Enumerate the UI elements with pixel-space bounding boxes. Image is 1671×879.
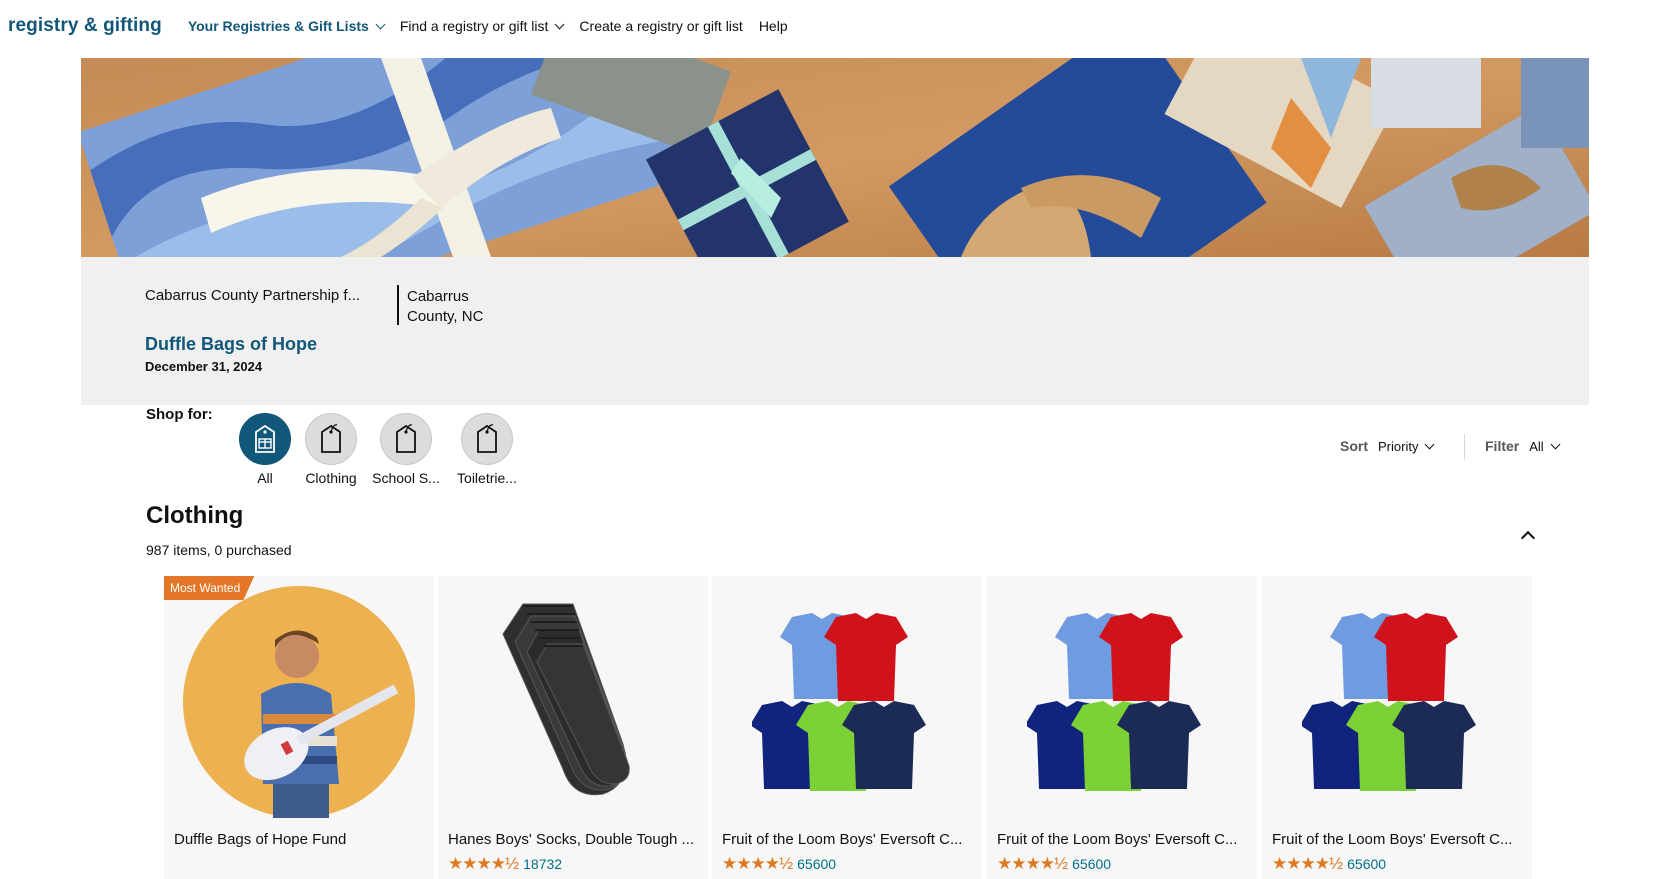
star-rating-icon: ★★★★½ [1272, 854, 1343, 873]
filter-label: Filter [1485, 438, 1520, 454]
product-rating[interactable]: ★★★★½ 18732 [448, 854, 562, 874]
nav-help[interactable]: Help [759, 18, 788, 34]
product-image[interactable] [164, 584, 434, 824]
product-card[interactable]: Most Wanted Duffle Bags of Hope Fund [164, 576, 434, 879]
gift-tag-icon [239, 413, 291, 465]
product-rating[interactable]: ★★★★½ 65600 [722, 854, 836, 874]
filter-control: Filter All [1485, 438, 1561, 454]
nav-create-registry[interactable]: Create a registry or gift list [579, 18, 742, 34]
chevron-down-icon [554, 19, 565, 29]
registry-info-panel: Cabarrus County Partnership f... Cabarru… [81, 257, 1589, 405]
review-count[interactable]: 18732 [523, 856, 562, 872]
nav-find-registry-label: Find a registry or gift list [399, 18, 549, 34]
nav-your-registries-label: Your Registries & Gift Lists [187, 18, 369, 34]
review-count[interactable]: 65600 [797, 856, 836, 872]
product-card[interactable]: Fruit of the Loom Boys' Eversoft C... ★★… [712, 576, 982, 879]
star-rating-icon: ★★★★½ [722, 854, 793, 873]
chevron-up-icon [1520, 530, 1536, 546]
product-image[interactable] [438, 584, 708, 824]
tag-icon [380, 413, 432, 465]
registry-title[interactable]: Duffle Bags of Hope [145, 334, 317, 355]
star-rating-icon: ★★★★½ [448, 854, 519, 873]
organization-name[interactable]: Cabarrus County Partnership f... [145, 287, 383, 304]
most-wanted-badge: Most Wanted [164, 576, 255, 600]
top-nav: registry & gifting Your Registries & Gif… [0, 0, 1671, 52]
collapse-section-button[interactable] [1520, 528, 1536, 546]
registry-date: December 31, 2024 [145, 359, 263, 374]
product-title[interactable]: Fruit of the Loom Boys' Eversoft C... [997, 831, 1249, 848]
sort-control: Sort Priority [1340, 438, 1435, 454]
product-card[interactable]: Fruit of the Loom Boys' Eversoft C... ★★… [987, 576, 1257, 879]
registry-location: Cabarrus County, NC [407, 288, 484, 325]
section-title: Clothing [146, 502, 244, 529]
category-toiletries[interactable]: Toiletrie... [442, 413, 532, 486]
filter-dropdown[interactable]: All [1529, 438, 1561, 454]
chevron-down-icon [1425, 439, 1435, 449]
review-count[interactable]: 65600 [1347, 856, 1386, 872]
product-rating[interactable]: ★★★★½ 65600 [997, 854, 1111, 874]
product-title[interactable]: Hanes Boys' Socks, Double Tough ... [448, 831, 700, 848]
sort-filter-divider [1464, 434, 1465, 460]
product-card[interactable]: Fruit of the Loom Boys' Eversoft C... ★★… [1262, 576, 1532, 879]
tag-icon [461, 413, 513, 465]
product-title[interactable]: Duffle Bags of Hope Fund [174, 831, 426, 848]
chevron-down-icon [1550, 439, 1561, 449]
sort-value: Priority [1378, 438, 1419, 454]
filter-value: All [1529, 438, 1544, 454]
category-label: Toiletrie... [457, 470, 517, 486]
review-count[interactable]: 65600 [1072, 856, 1111, 872]
nav-find-registry[interactable]: Find a registry or gift list [399, 18, 565, 34]
star-rating-icon: ★★★★½ [997, 854, 1068, 873]
product-title[interactable]: Fruit of the Loom Boys' Eversoft C... [1272, 831, 1524, 848]
sort-label: Sort [1340, 438, 1368, 454]
nav-your-registries[interactable]: Your Registries & Gift Lists [187, 18, 386, 34]
product-image[interactable] [1262, 584, 1532, 824]
sort-dropdown[interactable]: Priority [1378, 438, 1435, 454]
tag-icon [305, 413, 357, 465]
shop-for-label: Shop for: [146, 406, 213, 423]
registry-banner-image [81, 58, 1589, 257]
product-card[interactable]: Hanes Boys' Socks, Double Tough ... ★★★★… [438, 576, 708, 879]
info-divider [397, 285, 399, 325]
product-image[interactable] [987, 584, 1257, 824]
product-title[interactable]: Fruit of the Loom Boys' Eversoft C... [722, 831, 974, 848]
chevron-down-icon [375, 19, 386, 29]
product-rating[interactable]: ★★★★½ 65600 [1272, 854, 1386, 874]
category-school-supplies[interactable]: School S... [361, 413, 451, 486]
category-label: School S... [372, 470, 440, 486]
section-item-count: 987 items, 0 purchased [146, 542, 292, 558]
brand-logo[interactable]: registry & gifting [8, 15, 162, 37]
product-image[interactable] [712, 584, 982, 824]
